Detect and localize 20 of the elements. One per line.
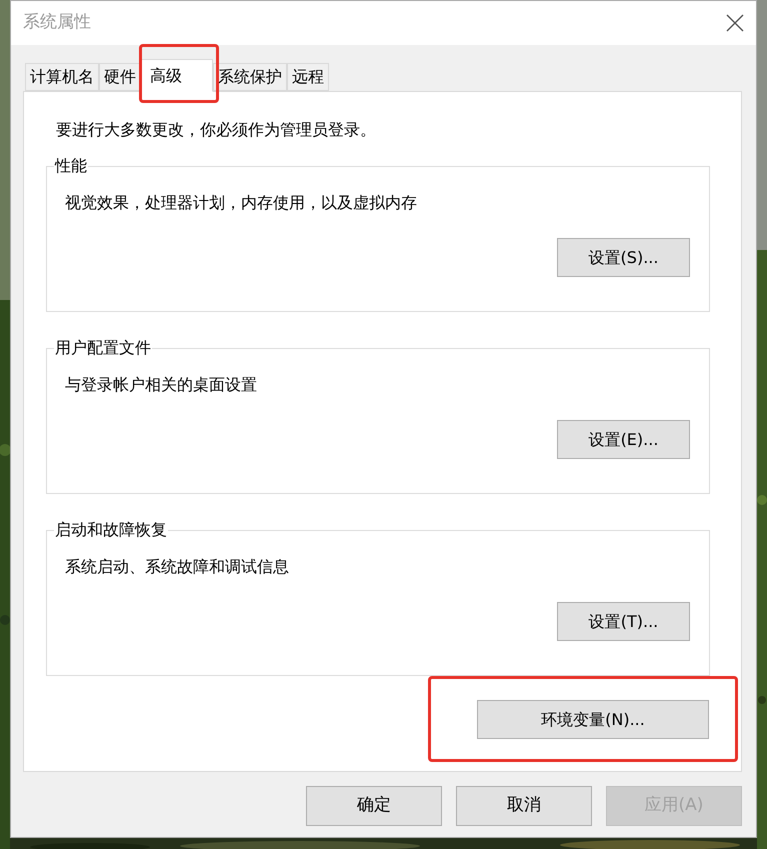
group-title: 用户配置文件	[54, 338, 152, 358]
tab[interactable]: 远程	[287, 63, 329, 91]
notice-text: 要进行大多数更改，你必须作为管理员登录。	[56, 119, 377, 141]
group-title: 性能	[54, 156, 88, 176]
settings-button[interactable]: 设置(S)...	[557, 238, 690, 277]
settings-button[interactable]: 设置(T)...	[557, 602, 690, 641]
tab[interactable]: 系统保护	[213, 63, 287, 91]
tab[interactable]: 计算机名	[25, 63, 99, 91]
environment-variables-button[interactable]: 环境变量(N)...	[477, 700, 709, 739]
window-title: 系统属性	[23, 11, 91, 34]
dialog-button[interactable]: 确定	[306, 786, 442, 826]
group-description: 与登录帐户相关的桌面设置	[65, 374, 257, 396]
group-description: 视觉效果，处理器计划，内存使用，以及虚拟内存	[65, 192, 417, 214]
tab[interactable]: 高级	[141, 59, 213, 92]
group-title: 启动和故障恢复	[54, 520, 168, 540]
settings-button[interactable]: 设置(E)...	[557, 420, 690, 459]
group-description: 系统启动、系统故障和调试信息	[65, 556, 289, 578]
tab[interactable]: 硬件	[99, 63, 141, 91]
close-icon[interactable]	[726, 14, 744, 32]
dialog-button[interactable]: 取消	[456, 786, 592, 826]
